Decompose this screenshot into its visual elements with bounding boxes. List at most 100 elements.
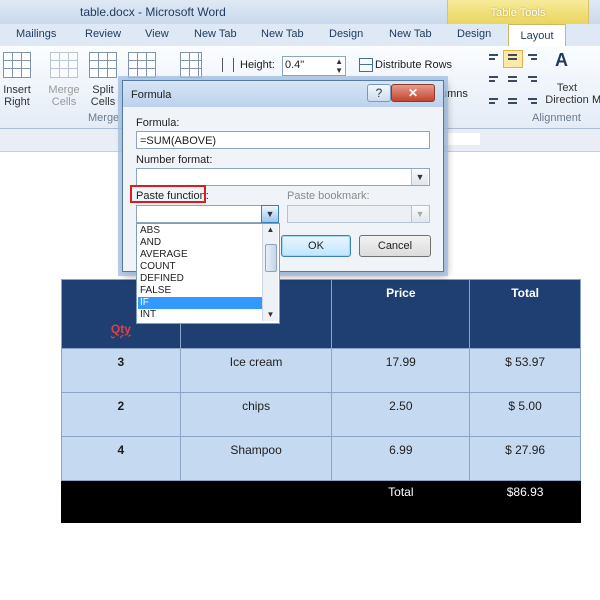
- distribute-rows-button[interactable]: Distribute Rows: [375, 59, 452, 71]
- cell-total[interactable]: $ 53.97: [469, 348, 581, 393]
- paste-function-dropdown-list[interactable]: ABS AND AVERAGE COUNT DEFINED FALSE IF I…: [136, 223, 280, 324]
- cell-empty[interactable]: [61, 480, 181, 523]
- ok-button[interactable]: OK: [281, 235, 351, 257]
- table-tools-label: Table Tools: [490, 7, 546, 19]
- cell-total[interactable]: $ 27.96: [469, 436, 581, 481]
- table-total-row: Total $86.93: [61, 480, 581, 523]
- tab-design[interactable]: Design: [329, 28, 363, 40]
- chevron-down-icon[interactable]: ▼: [411, 169, 428, 185]
- paste-bookmark-select[interactable]: ▼: [287, 205, 430, 223]
- paste-function-select[interactable]: ▼: [136, 205, 279, 223]
- tab-table-layout[interactable]: Layout: [508, 24, 566, 47]
- insert-right-icon: [3, 52, 31, 78]
- insert-right-button[interactable]: Insert Right: [0, 50, 34, 110]
- align-top-left-button[interactable]: [484, 50, 504, 68]
- cell-total[interactable]: $ 5.00: [469, 392, 581, 437]
- function-option-defined[interactable]: DEFINED: [138, 273, 264, 285]
- tab-review[interactable]: Review: [85, 28, 121, 40]
- cell-item[interactable]: Ice cream: [179, 348, 333, 393]
- function-option-if[interactable]: IF: [138, 297, 264, 309]
- text-direction-label-2: Direction: [545, 94, 589, 106]
- insert-right-label-2: Right: [4, 96, 30, 108]
- table-tools-header: Table Tools: [447, 0, 589, 26]
- cell-margins-fragment[interactable]: M: [592, 94, 600, 106]
- spinner-icon[interactable]: ▲ ▼: [335, 57, 343, 75]
- cell-item[interactable]: chips: [179, 392, 333, 437]
- paste-bookmark-label: Paste bookmark:: [287, 190, 370, 202]
- total-label[interactable]: Total: [331, 480, 471, 523]
- cell-qty[interactable]: 2: [61, 392, 181, 437]
- tab-view[interactable]: View: [145, 28, 169, 40]
- align-top-right-button[interactable]: [523, 50, 543, 68]
- dialog-title: Formula: [131, 89, 172, 101]
- insert-right-label-1: Insert: [3, 84, 31, 96]
- align-middle-left-button[interactable]: [484, 70, 504, 88]
- function-option-average[interactable]: AVERAGE: [138, 249, 264, 261]
- split-table-icon[interactable]: [128, 52, 156, 78]
- chevron-down-icon[interactable]: ▼: [261, 205, 279, 223]
- chevron-down-icon: ▼: [411, 206, 428, 222]
- row-height-value: 0.4": [285, 59, 305, 71]
- header-total[interactable]: Total: [469, 279, 581, 349]
- cell-empty[interactable]: [179, 480, 333, 523]
- formula-input[interactable]: =SUM(ABOVE): [136, 131, 430, 149]
- group-label-merge: Merge: [88, 112, 120, 124]
- close-button[interactable]: ✕: [391, 84, 435, 102]
- tab-new-tab-1[interactable]: New Tab: [194, 28, 237, 40]
- scrollbar-thumb[interactable]: [265, 244, 277, 272]
- number-format-select[interactable]: ▼: [136, 168, 430, 186]
- tab-new-tab-2[interactable]: New Tab: [261, 28, 304, 40]
- function-option-int[interactable]: INT: [138, 309, 264, 321]
- align-bottom-right-button[interactable]: [523, 90, 543, 108]
- function-option-abs[interactable]: ABS: [138, 225, 264, 237]
- table-row: 2 chips 2.50 $ 5.00: [61, 392, 581, 437]
- header-price[interactable]: Price: [331, 279, 471, 349]
- merge-cells-label-1: Merge: [48, 84, 80, 96]
- annotation-highlight-box: [130, 185, 206, 203]
- window-title: table.docx - Microsoft Word: [80, 5, 226, 19]
- tab-table-design[interactable]: Design: [457, 28, 491, 40]
- scroll-up-icon[interactable]: ▲: [263, 224, 278, 236]
- function-option-false[interactable]: FALSE: [138, 285, 264, 297]
- distribute-rows-icon: [359, 58, 373, 72]
- align-bottom-center-button[interactable]: [503, 90, 523, 108]
- merge-cells-button[interactable]: Merge Cells: [45, 50, 83, 110]
- cell-price[interactable]: 6.99: [331, 436, 471, 481]
- tab-new-tab-3[interactable]: New Tab: [389, 28, 432, 40]
- group-label-alignment: Alignment: [532, 112, 581, 124]
- number-format-label: Number format:: [136, 154, 213, 166]
- align-bottom-left-button[interactable]: [484, 90, 504, 108]
- merge-cells-icon: [50, 52, 78, 78]
- cancel-button[interactable]: Cancel: [359, 235, 431, 257]
- split-cells-button[interactable]: Split Cells: [86, 50, 120, 110]
- tab-mailings[interactable]: Mailings: [16, 28, 56, 40]
- dropdown-scrollbar[interactable]: ▲ ▼: [262, 224, 278, 321]
- formula-label: Formula:: [136, 117, 180, 129]
- scroll-down-icon[interactable]: ▼: [263, 309, 278, 321]
- dialog-title-bar[interactable]: Formula ? ✕: [123, 81, 443, 107]
- text-direction-icon: A: [555, 50, 568, 70]
- autofit-icon[interactable]: [180, 52, 202, 78]
- table-row: 3 Ice cream 17.99 $ 53.97: [61, 348, 581, 393]
- align-middle-center-button[interactable]: [503, 70, 523, 88]
- cell-price[interactable]: 17.99: [331, 348, 471, 393]
- cell-qty[interactable]: 3: [61, 348, 181, 393]
- height-label: Height:: [240, 59, 275, 71]
- row-height-icon: [222, 58, 234, 72]
- function-option-and[interactable]: AND: [138, 237, 264, 249]
- align-top-center-button[interactable]: [503, 50, 523, 68]
- merge-cells-label-2: Cells: [51, 96, 77, 108]
- text-direction-label-1: Text: [556, 82, 578, 94]
- cell-qty[interactable]: 4: [61, 436, 181, 481]
- cell-price[interactable]: 2.50: [331, 392, 471, 437]
- cell-item[interactable]: Shampoo: [179, 436, 333, 481]
- table-row: 4 Shampoo 6.99 $ 27.96: [61, 436, 581, 481]
- split-cells-label-2: Cells: [90, 96, 116, 108]
- text-direction-button[interactable]: A Text Direction: [545, 48, 589, 110]
- distribute-columns-fragment[interactable]: umns: [441, 88, 468, 100]
- total-value[interactable]: $86.93: [469, 480, 581, 523]
- help-button[interactable]: ?: [367, 84, 391, 102]
- align-middle-right-button[interactable]: [523, 70, 543, 88]
- row-height-input[interactable]: 0.4" ▲ ▼: [282, 56, 346, 76]
- function-option-count[interactable]: COUNT: [138, 261, 264, 273]
